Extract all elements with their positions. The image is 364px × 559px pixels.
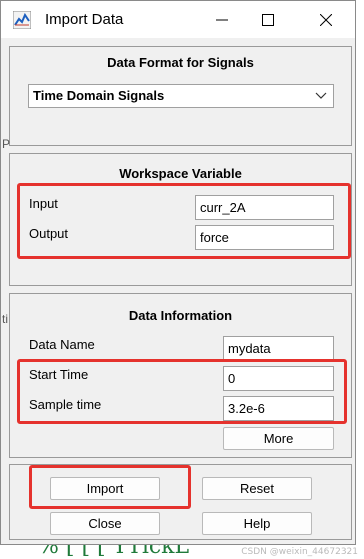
start-time-field[interactable]: 0 [223, 366, 334, 391]
input-field[interactable]: curr_2A [195, 195, 334, 220]
background-fragment: ti [2, 312, 8, 326]
sample-time-field[interactable]: 3.2e-6 [223, 396, 334, 421]
more-button[interactable]: More [223, 427, 334, 450]
workspace-variable-panel: Workspace Variable Input curr_2A Output … [9, 153, 352, 286]
import-button[interactable]: Import [50, 477, 160, 500]
action-panel: Import Reset Close Help [9, 464, 352, 540]
data-format-panel: Data Format for Signals Time Domain Sign… [9, 46, 352, 146]
matlab-icon [13, 11, 31, 29]
data-name-field[interactable]: mydata [223, 336, 334, 361]
maximize-button[interactable] [245, 1, 291, 38]
watermark: CSDN @weixin_44672321 [241, 547, 358, 557]
minimize-icon [216, 19, 228, 20]
close-icon [320, 13, 332, 26]
data-information-title: Data Information [128, 308, 233, 323]
input-label: Input [29, 196, 58, 211]
title-bar[interactable]: Import Data [1, 1, 355, 38]
output-label: Output [29, 226, 69, 241]
signal-format-value: Time Domain Signals [33, 88, 165, 103]
data-format-title: Data Format for Signals [107, 55, 254, 70]
minimize-button[interactable] [199, 1, 245, 38]
window-title: Import Data [45, 11, 124, 28]
chevron-down-icon [315, 92, 327, 99]
close-window-button[interactable] [303, 1, 349, 38]
import-data-dialog: Import Data Data Format for Signals Time… [0, 0, 356, 545]
help-button[interactable]: Help [202, 512, 312, 535]
start-time-label: Start Time [29, 367, 89, 382]
workspace-variable-title: Workspace Variable [119, 166, 242, 181]
background-app-edge [356, 0, 364, 559]
data-information-panel: Data Information Data Name mydata Start … [9, 293, 352, 458]
signal-format-dropdown[interactable]: Time Domain Signals [28, 84, 334, 108]
data-name-label: Data Name [29, 337, 95, 352]
sample-time-label: Sample time [29, 397, 102, 412]
background-fragment: P [2, 137, 11, 151]
output-field[interactable]: force [195, 225, 334, 250]
reset-button[interactable]: Reset [202, 477, 312, 500]
close-button[interactable]: Close [50, 512, 160, 535]
maximize-icon [262, 13, 274, 26]
